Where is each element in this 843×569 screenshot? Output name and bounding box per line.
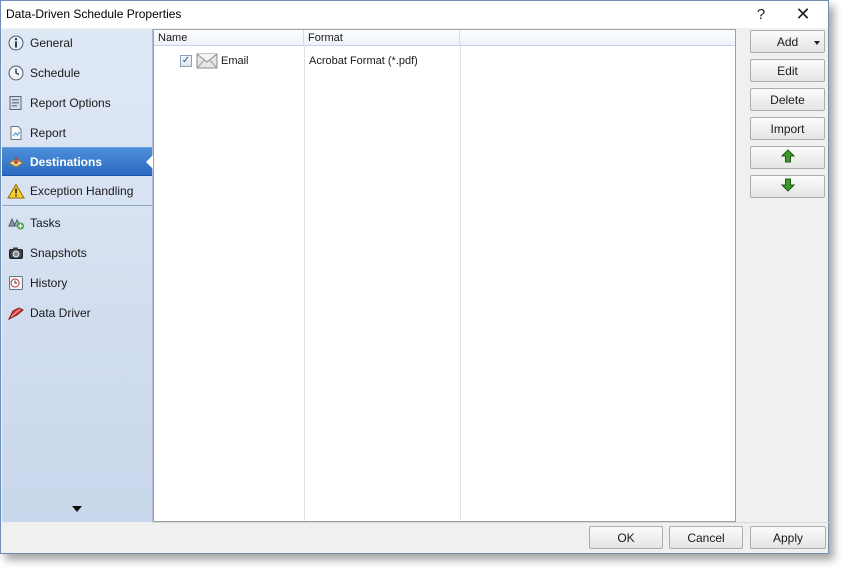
footer-divider bbox=[153, 522, 829, 523]
column-divider bbox=[304, 46, 305, 521]
dropdown-caret-icon bbox=[814, 41, 820, 45]
delete-button[interactable]: Delete bbox=[750, 88, 825, 111]
sidebar-item-exception-handling[interactable]: Exception Handling bbox=[2, 177, 152, 206]
column-header-blank bbox=[460, 30, 735, 46]
sidebar-item-label: General bbox=[30, 36, 73, 50]
dialog-title: Data-Driven Schedule Properties bbox=[6, 7, 182, 21]
clock-icon bbox=[7, 64, 25, 82]
camera-icon bbox=[7, 244, 25, 262]
edit-button[interactable]: Edit bbox=[750, 59, 825, 82]
table-row[interactable]: ✓ Email Acrobat Format (*.pdf) bbox=[154, 50, 735, 72]
ok-button[interactable]: OK bbox=[589, 526, 663, 549]
sidebar-item-report-options[interactable]: Report Options bbox=[2, 89, 152, 117]
sidebar-item-tasks[interactable]: Tasks bbox=[2, 209, 152, 237]
sidebar-item-schedule[interactable]: Schedule bbox=[2, 59, 152, 87]
tasks-icon bbox=[7, 214, 25, 232]
destinations-icon bbox=[7, 153, 25, 171]
sidebar-item-snapshots[interactable]: Snapshots bbox=[2, 239, 152, 267]
row-enabled-checkbox[interactable]: ✓ bbox=[180, 55, 192, 67]
sidebar-item-label: Schedule bbox=[30, 66, 81, 80]
sidebar-item-label: Report bbox=[30, 126, 67, 140]
cancel-button[interactable]: Cancel bbox=[669, 526, 743, 549]
destinations-list: Name Format ✓ Email Acrobat Format (*.pd… bbox=[153, 29, 736, 522]
destination-name: Email bbox=[221, 55, 249, 67]
data-driver-icon bbox=[7, 304, 25, 322]
sidebar-item-general[interactable]: General bbox=[2, 29, 152, 57]
sidebar-item-label: Exception Handling bbox=[30, 184, 134, 198]
green-down-arrow-icon bbox=[780, 178, 795, 195]
sidebar-scroll-down-icon[interactable] bbox=[72, 506, 82, 512]
add-button[interactable]: Add bbox=[750, 30, 825, 53]
sidebar-item-destinations[interactable]: Destinations bbox=[2, 147, 153, 176]
warning-icon bbox=[7, 182, 25, 200]
close-button[interactable]: ✕ bbox=[786, 1, 820, 28]
destination-format: Acrobat Format (*.pdf) bbox=[309, 55, 418, 67]
title-bar: Data-Driven Schedule Properties ? ✕ bbox=[1, 1, 828, 28]
move-down-button[interactable] bbox=[750, 175, 825, 198]
sidebar-item-report[interactable]: Report bbox=[2, 119, 152, 147]
help-button[interactable]: ? bbox=[744, 1, 778, 28]
envelope-icon bbox=[196, 52, 218, 70]
apply-button[interactable]: Apply bbox=[750, 526, 826, 549]
history-icon bbox=[7, 274, 25, 292]
report-icon bbox=[7, 124, 25, 142]
properties-dialog: Data-Driven Schedule Properties ? ✕ Gene… bbox=[0, 0, 829, 554]
sidebar-item-label: Data Driver bbox=[30, 306, 91, 320]
list-header: Name Format bbox=[154, 30, 735, 46]
report-options-icon bbox=[7, 94, 25, 112]
sidebar-item-history[interactable]: History bbox=[2, 269, 152, 297]
sidebar-item-data-driver[interactable]: Data Driver bbox=[2, 299, 152, 327]
sidebar: General Schedule Report Options Report D… bbox=[2, 29, 153, 522]
import-button[interactable]: Import bbox=[750, 117, 825, 140]
green-up-arrow-icon bbox=[780, 149, 795, 166]
column-divider bbox=[460, 46, 461, 521]
sidebar-item-label: Snapshots bbox=[30, 246, 87, 260]
add-button-label: Add bbox=[776, 34, 799, 49]
info-icon bbox=[7, 34, 25, 52]
column-header-format[interactable]: Format bbox=[304, 30, 460, 46]
sidebar-item-label: Report Options bbox=[30, 96, 111, 110]
sidebar-item-label: Tasks bbox=[30, 216, 61, 230]
move-up-button[interactable] bbox=[750, 146, 825, 169]
column-header-name[interactable]: Name bbox=[154, 30, 304, 46]
sidebar-item-label: Destinations bbox=[30, 154, 103, 169]
sidebar-item-label: History bbox=[30, 276, 68, 290]
